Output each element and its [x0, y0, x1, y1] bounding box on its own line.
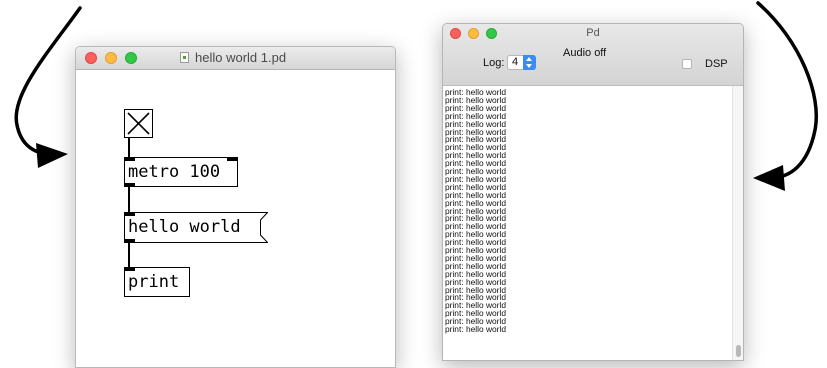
- metro-left-inlet[interactable]: [124, 157, 135, 161]
- window-title: Pd: [586, 27, 600, 39]
- audio-status: Audio off: [563, 47, 607, 59]
- dsp-checkbox[interactable]: [682, 59, 692, 69]
- console-scrollbar[interactable]: [732, 86, 743, 360]
- left-arrow-curve: [14, 6, 82, 157]
- right-arrow-curve: [756, 1, 818, 180]
- print-object[interactable]: print: [124, 267, 190, 297]
- minimize-button[interactable]: [105, 52, 117, 64]
- metro-object[interactable]: metro 100: [124, 157, 238, 187]
- print-text: print: [128, 272, 180, 292]
- connection-wire[interactable]: [128, 187, 130, 213]
- patch-window: hello world 1.pd metro 100 hello world p…: [75, 46, 396, 368]
- connection-wire[interactable]: [128, 138, 130, 158]
- patch-titlebar[interactable]: hello world 1.pd: [76, 47, 395, 70]
- log-level-select[interactable]: 4: [507, 55, 536, 70]
- window-title: hello world 1.pd: [195, 50, 287, 65]
- metro-outlet[interactable]: [124, 183, 135, 187]
- message-inlet[interactable]: [124, 212, 135, 216]
- toggle-object[interactable]: [124, 109, 153, 138]
- patch-canvas[interactable]: metro 100 hello world print: [76, 70, 395, 367]
- close-button[interactable]: [85, 52, 97, 64]
- pd-header[interactable]: Pd Audio off Log: 4 DSP: [443, 24, 743, 86]
- left-arrowhead: [36, 143, 68, 168]
- document-icon: [180, 52, 189, 63]
- metro-text: metro 100: [128, 162, 221, 182]
- toggle-x-icon: [127, 112, 150, 135]
- message-box[interactable]: hello world: [124, 212, 268, 243]
- message-text: hello world: [128, 217, 241, 237]
- zoom-button[interactable]: [125, 52, 137, 64]
- right-arrowhead: [753, 165, 785, 191]
- pd-console-window: Pd Audio off Log: 4 DSP print: hello wor…: [442, 23, 744, 361]
- stepper-arrows-icon[interactable]: [523, 55, 536, 70]
- log-level-value: 4: [512, 56, 519, 68]
- log-label: Log:: [483, 57, 505, 69]
- message-outlet[interactable]: [124, 239, 135, 243]
- dsp-label: DSP: [705, 58, 728, 70]
- connection-wire[interactable]: [128, 242, 130, 268]
- print-inlet[interactable]: [124, 267, 135, 271]
- scrollbar-thumb[interactable]: [736, 345, 741, 357]
- metro-right-inlet[interactable]: [227, 157, 238, 161]
- console-log[interactable]: print: hello world print: hello world prin…: [443, 86, 743, 360]
- console-line: print: hello world: [445, 324, 506, 334]
